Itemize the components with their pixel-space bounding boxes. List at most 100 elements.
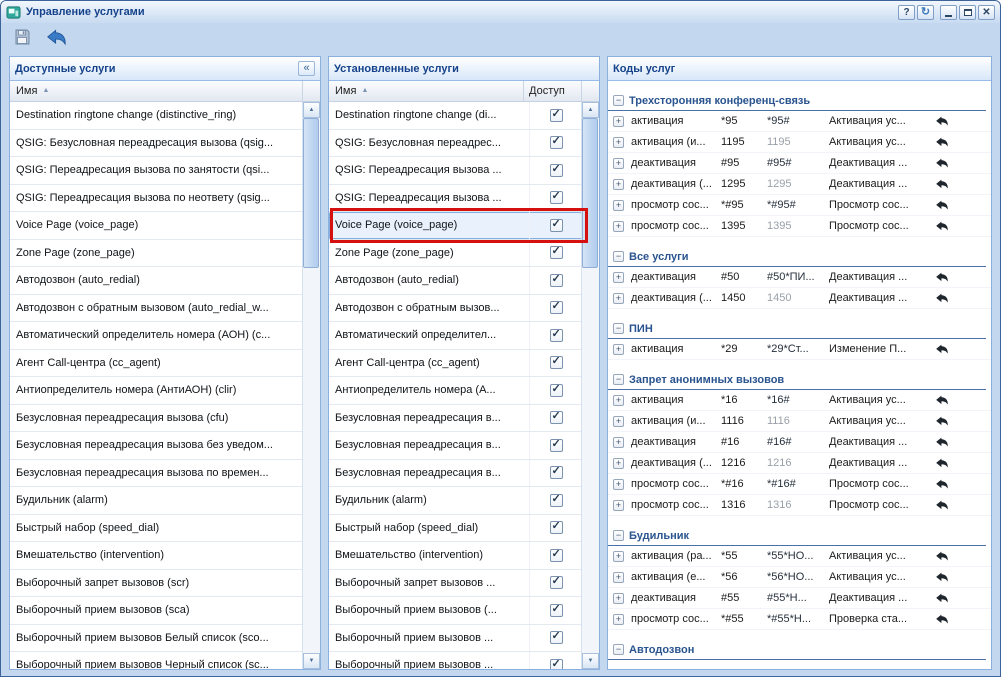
installed-service-row[interactable]: Автодозвон (auto_redial)✓ bbox=[329, 267, 582, 295]
available-service-row[interactable]: Агент Call-центра (cc_agent) bbox=[10, 350, 303, 378]
expand-row-icon[interactable]: + bbox=[613, 551, 624, 562]
scroll-down-button[interactable]: ▼ bbox=[303, 653, 320, 669]
installed-service-row[interactable]: Выборочный прием вызовов ...✓ bbox=[329, 625, 582, 653]
undo-code-icon[interactable] bbox=[935, 394, 949, 406]
available-service-row[interactable]: Безусловная переадресация вызова (cfu) bbox=[10, 405, 303, 433]
access-checkbox[interactable]: ✓ bbox=[550, 191, 563, 204]
installed-service-row[interactable]: QSIG: Переадресация вызова ...✓ bbox=[329, 157, 582, 185]
expand-row-icon[interactable]: + bbox=[613, 500, 624, 511]
service-code-row[interactable]: +деактивация#95#95#Деактивация ... bbox=[608, 153, 991, 174]
installed-service-row[interactable]: Автоматический определител...✓ bbox=[329, 322, 582, 350]
undo-code-icon[interactable] bbox=[935, 220, 949, 232]
installed-service-row[interactable]: Агент Call-центра (cc_agent)✓ bbox=[329, 350, 582, 378]
undo-code-icon[interactable] bbox=[935, 292, 949, 304]
expand-row-icon[interactable]: + bbox=[613, 416, 624, 427]
service-group-header[interactable]: −ПИН bbox=[608, 309, 986, 339]
collapse-group-icon[interactable]: − bbox=[613, 95, 624, 106]
service-code-row[interactable]: +деактивация#16#16#Деактивация ... bbox=[608, 432, 991, 453]
access-checkbox[interactable]: ✓ bbox=[550, 246, 563, 259]
undo-code-icon[interactable] bbox=[935, 571, 949, 583]
service-code-row[interactable]: +просмотр сос...13161316Просмотр сос... bbox=[608, 495, 991, 516]
save-button[interactable] bbox=[8, 26, 35, 51]
undo-code-icon[interactable] bbox=[935, 613, 949, 625]
service-code-row[interactable]: +активация (ра...*55*55*НО...Активация у… bbox=[608, 546, 991, 567]
collapse-group-icon[interactable]: − bbox=[613, 530, 624, 541]
available-service-row[interactable]: QSIG: Переадресация вызова по занятости … bbox=[10, 157, 303, 185]
available-service-row[interactable]: Безусловная переадресация вызова без уве… bbox=[10, 432, 303, 460]
service-code-row[interactable]: +деактивация#55#55*Н...Деактивация ... bbox=[608, 588, 991, 609]
undo-code-icon[interactable] bbox=[935, 157, 949, 169]
expand-row-icon[interactable]: + bbox=[613, 344, 624, 355]
service-group-header[interactable]: −Запрет анонимных вызовов bbox=[608, 360, 986, 390]
available-service-row[interactable]: Выборочный прием вызовов Белый список (s… bbox=[10, 625, 303, 653]
service-code-row[interactable]: +деактивация (...14501450Деактивация ... bbox=[608, 288, 991, 309]
installed-service-row[interactable]: Вмешательство (intervention)✓ bbox=[329, 542, 582, 570]
installed-service-row[interactable]: Voice Page (voice_page)✓ bbox=[329, 212, 582, 240]
access-checkbox[interactable]: ✓ bbox=[550, 494, 563, 507]
available-service-row[interactable]: QSIG: Безусловная переадресация вызова (… bbox=[10, 130, 303, 158]
help-button[interactable]: ? bbox=[898, 5, 915, 20]
installed-service-row[interactable]: Антиопределитель номера (А...✓ bbox=[329, 377, 582, 405]
installed-service-row[interactable]: Безусловная переадресация в...✓ bbox=[329, 460, 582, 488]
access-checkbox[interactable]: ✓ bbox=[550, 329, 563, 342]
minimize-button[interactable] bbox=[940, 5, 957, 20]
close-button[interactable]: ✕ bbox=[978, 5, 995, 20]
service-code-row[interactable]: +деактивация (...12951295Деактивация ... bbox=[608, 174, 991, 195]
expand-row-icon[interactable]: + bbox=[613, 395, 624, 406]
expand-row-icon[interactable]: + bbox=[613, 437, 624, 448]
undo-code-icon[interactable] bbox=[935, 136, 949, 148]
access-checkbox[interactable]: ✓ bbox=[550, 604, 563, 617]
available-service-row[interactable]: QSIG: Переадресация вызова по неответу (… bbox=[10, 185, 303, 213]
service-code-row[interactable]: +активация*16*16#Активация ус... bbox=[608, 390, 991, 411]
scroll-down-button[interactable]: ▼ bbox=[582, 653, 599, 669]
name-column-header[interactable]: Имя ▲ bbox=[329, 81, 523, 101]
service-code-row[interactable]: +активация (е...*56*56*НО...Активация ус… bbox=[608, 567, 991, 588]
available-service-row[interactable]: Выборочный запрет вызовов (scr) bbox=[10, 570, 303, 598]
expand-row-icon[interactable]: + bbox=[613, 200, 624, 211]
expand-row-icon[interactable]: + bbox=[613, 593, 624, 604]
expand-row-icon[interactable]: + bbox=[613, 137, 624, 148]
available-service-row[interactable]: Будильник (alarm) bbox=[10, 487, 303, 515]
installed-service-row[interactable]: Автодозвон с обратным вызов...✓ bbox=[329, 295, 582, 323]
access-checkbox[interactable]: ✓ bbox=[550, 109, 563, 122]
undo-code-icon[interactable] bbox=[935, 343, 949, 355]
collapse-panel-button[interactable]: « bbox=[298, 61, 315, 76]
service-code-row[interactable]: +деактивация#50#50*ПИ...Деактивация ... bbox=[608, 267, 991, 288]
available-service-row[interactable]: Автодозвон с обратным вызовом (auto_redi… bbox=[10, 295, 303, 323]
installed-service-row[interactable]: QSIG: Безусловная переадрес...✓ bbox=[329, 130, 582, 158]
service-code-row[interactable]: +деактивация (...12161216Деактивация ... bbox=[608, 453, 991, 474]
installed-service-row[interactable]: Безусловная переадресация в...✓ bbox=[329, 432, 582, 460]
installed-service-row[interactable]: Zone Page (zone_page)✓ bbox=[329, 240, 582, 268]
access-column-header[interactable]: Доступ bbox=[523, 81, 581, 101]
expand-row-icon[interactable]: + bbox=[613, 221, 624, 232]
service-group-header[interactable]: −Автодозвон bbox=[608, 630, 986, 660]
expand-row-icon[interactable]: + bbox=[613, 458, 624, 469]
undo-code-icon[interactable] bbox=[935, 436, 949, 448]
service-code-row[interactable]: +активация*29*29*Ст...Изменение П... bbox=[608, 339, 991, 360]
available-service-row[interactable]: Выборочный прием вызовов Черный список (… bbox=[10, 652, 303, 669]
scroll-thumb[interactable] bbox=[303, 118, 319, 268]
access-checkbox[interactable]: ✓ bbox=[550, 356, 563, 369]
scroll-up-button[interactable]: ▲ bbox=[582, 102, 599, 118]
available-service-row[interactable]: Автоматический определитель номера (АОН)… bbox=[10, 322, 303, 350]
expand-row-icon[interactable]: + bbox=[613, 272, 624, 283]
collapse-group-icon[interactable]: − bbox=[613, 323, 624, 334]
service-code-row[interactable]: +просмотр сос...*#55*#55*Н...Проверка ст… bbox=[608, 609, 991, 630]
access-checkbox[interactable]: ✓ bbox=[550, 164, 563, 177]
access-checkbox[interactable]: ✓ bbox=[550, 439, 563, 452]
available-service-row[interactable]: Быстрый набор (speed_dial) bbox=[10, 515, 303, 543]
available-service-row[interactable]: Автодозвон (auto_redial) bbox=[10, 267, 303, 295]
undo-code-icon[interactable] bbox=[935, 178, 949, 190]
installed-service-row[interactable]: Быстрый набор (speed_dial)✓ bbox=[329, 515, 582, 543]
undo-code-icon[interactable] bbox=[935, 115, 949, 127]
undo-code-icon[interactable] bbox=[935, 478, 949, 490]
scroll-thumb[interactable] bbox=[582, 118, 598, 268]
installed-service-row[interactable]: Выборочный прием вызовов (...✓ bbox=[329, 597, 582, 625]
installed-service-row[interactable]: QSIG: Переадресация вызова ...✓ bbox=[329, 185, 582, 213]
undo-code-icon[interactable] bbox=[935, 271, 949, 283]
undo-button[interactable] bbox=[43, 26, 70, 51]
service-code-row[interactable]: +просмотр сос...*#16*#16#Просмотр сос... bbox=[608, 474, 991, 495]
access-checkbox[interactable]: ✓ bbox=[550, 274, 563, 287]
undo-code-icon[interactable] bbox=[935, 550, 949, 562]
service-group-header[interactable]: −Будильник bbox=[608, 516, 986, 546]
